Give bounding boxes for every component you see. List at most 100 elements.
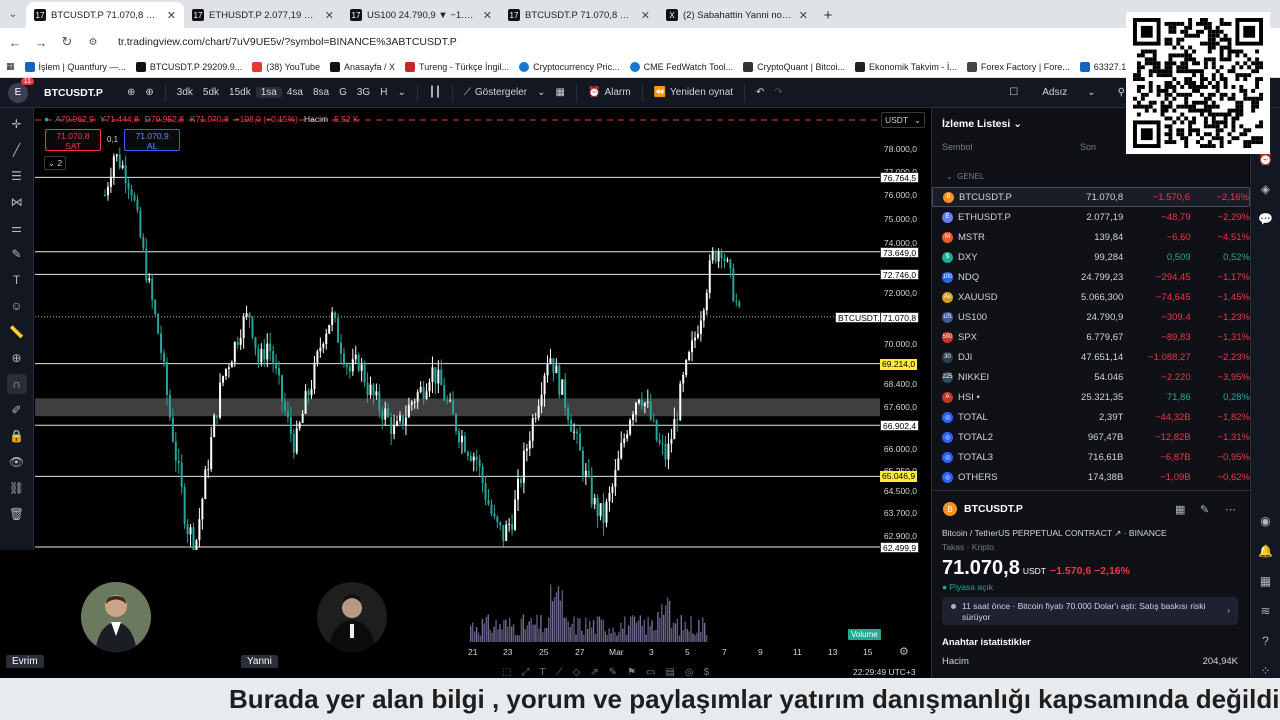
layout-name-button[interactable]: Adsız <box>1037 87 1072 98</box>
watchlist-row[interactable]: US US100 24.790,9 −309,4 −1,23% <box>932 307 1250 327</box>
bookmark[interactable]: Ekonomik Takvim - İ... <box>855 61 957 72</box>
replay-button[interactable]: ⏪ Yeniden oynat <box>649 87 738 98</box>
interval-1sa[interactable]: 1sa <box>255 87 282 98</box>
reload-icon[interactable]: ↻ <box>60 34 74 50</box>
price-chart[interactable]: 78.000,077.000,076.000,075.000,074.000,0… <box>35 108 930 553</box>
chart-canvas[interactable]: 78.000,077.000,076.000,075.000,074.000,0… <box>35 108 930 550</box>
watchlist-row[interactable]: ◎ OTHERS 174,38B −1,09B −0,62% <box>932 467 1250 487</box>
brush-icon[interactable]: ✎ <box>7 244 27 264</box>
link-icon[interactable]: ⛓ <box>7 478 27 498</box>
browser-tab[interactable]: 17 US100 24.790,9 ▼ −1.23% Adsız ✕ <box>342 2 500 28</box>
fib-retracement-icon[interactable]: ☰ <box>7 166 27 186</box>
watchlist-row[interactable]: A HSI • 25.321,35 71,86 0,28% <box>932 387 1250 407</box>
layout-square-icon[interactable]: ☐ <box>1004 87 1023 98</box>
currency-select[interactable]: USDT ⌄ <box>881 112 925 128</box>
browser-tab[interactable]: 17 ETHUSDT.P 2.077,19 ▼ −2.29% ✕ <box>184 2 342 28</box>
bookmark[interactable]: (38) YouTube <box>252 61 320 72</box>
interval-8sa[interactable]: 8sa <box>308 87 334 98</box>
flag-tool-icon[interactable]: ⚑ <box>627 667 636 678</box>
utc-clock[interactable]: 22:29:49 UTC+3 <box>853 667 916 677</box>
close-tab-icon[interactable]: ✕ <box>641 9 650 22</box>
candle-type-icon[interactable]: ┃┃ <box>424 87 446 98</box>
compare-symbol-icon[interactable]: ⊕ <box>122 87 140 98</box>
bookmark[interactable]: Tureng - Türkçe İngil... <box>405 61 509 72</box>
grid-view-icon[interactable]: ▦ <box>1175 503 1185 516</box>
rectangle-tool-icon[interactable]: ⬚ <box>502 667 511 678</box>
user-avatar-icon[interactable]: E 11 <box>8 77 34 103</box>
close-tab-icon[interactable]: ✕ <box>167 9 176 22</box>
trash-icon[interactable]: 🗑 <box>7 504 27 524</box>
text-tool-icon[interactable]: T <box>539 667 545 678</box>
notifications-icon[interactable]: 🔔 <box>1257 542 1275 560</box>
watchlist-group-header[interactable]: ⌄ GENEL <box>946 172 984 181</box>
news-headline[interactable]: 11 saat önce · Bitcoin fiyatı 70.000 Dol… <box>942 597 1238 625</box>
buy-button[interactable]: 71.070,9 AL <box>124 129 181 151</box>
indicators-chevron-icon[interactable]: ⌄ <box>532 87 550 98</box>
url-field[interactable]: tr.tradingview.com/chart/7uV9UE5v/?symbo… <box>118 36 457 48</box>
interval-h[interactable]: H <box>375 87 392 98</box>
site-info-icon[interactable]: ⚙ <box>86 37 100 48</box>
browser-tab[interactable]: X (2) Sabahattin Yanni nokta Etek ✕ <box>658 2 816 28</box>
highlight-tool-icon[interactable]: ◇ <box>573 667 581 678</box>
interval-15dk[interactable]: 15dk <box>224 87 256 98</box>
magnet-icon[interactable]: ∩ <box>6 374 27 394</box>
alarm-button[interactable]: ⏰ Alarm <box>583 87 636 98</box>
watchlist-row[interactable]: 500 SPX 6.779,67 −89,83 −1,31% <box>932 327 1250 347</box>
watchlist-row[interactable]: B BTCUSDT.P 71.070,8 −1.570,6 −2,16% <box>932 187 1250 207</box>
interval-g[interactable]: G <box>334 87 352 98</box>
streams-icon[interactable]: ≋ <box>1257 602 1275 620</box>
bookmark[interactable]: Forex Factory | Fore... <box>966 61 1070 72</box>
support-zone-band[interactable] <box>35 398 880 417</box>
eye-icon[interactable]: 👁 <box>7 452 27 472</box>
detail-symbol[interactable]: BTCUSDT.P <box>964 503 1023 515</box>
templates-grid-icon[interactable]: ▦ <box>551 87 570 98</box>
watchlist-row[interactable]: ◎ TOTAL 2,39T −44,32B −1,82% <box>932 407 1250 427</box>
bookmark[interactable]: BTCUSDT.P 29209.9... <box>135 61 242 72</box>
time-axis[interactable]: 21 23 25 27 Mar 3 5 7 9 11 13 15 <box>468 644 913 660</box>
emoji-icon[interactable]: ☺ <box>7 296 27 316</box>
watchlist-row[interactable]: Au XAUUSD 5.066,300 −74,645 −1,45% <box>932 287 1250 307</box>
bookmark[interactable]: CryptoQuant | Bitcoi... <box>743 61 845 72</box>
tab-list-chevron-icon[interactable]: ⌄ <box>0 0 26 28</box>
ideas-icon[interactable]: ◉ <box>1257 512 1275 530</box>
arrow-tool-icon[interactable]: ⇗ <box>590 667 598 678</box>
forward-arrow-icon[interactable]: → <box>34 35 48 50</box>
undo-icon[interactable]: ↶ <box>751 87 769 98</box>
watchlist-row[interactable]: 100 NDQ 24.799,23 −294,45 −1,17% <box>932 267 1250 287</box>
text-tool-icon[interactable]: T <box>7 270 27 290</box>
add-symbol-icon[interactable]: ⊕ <box>140 87 158 98</box>
watchlist-row[interactable]: 225 NIKKEI 54.046 −2.220 −3,95% <box>932 367 1250 387</box>
watchlist-row[interactable]: E ETHUSDT.P 2.077,19 −48,79 −2,29% <box>932 207 1250 227</box>
long-position-icon[interactable]: ▭ <box>646 667 655 678</box>
pattern-icon[interactable]: ⋈ <box>7 192 27 212</box>
more-options-icon[interactable]: ⋯ <box>1225 503 1236 516</box>
sell-button[interactable]: 71.070,8 SAT <box>45 129 101 151</box>
bookmark[interactable]: Anasayfa / X <box>330 61 395 72</box>
note-tool-icon[interactable]: ▤ <box>665 667 674 678</box>
indicators-collapse-toggle[interactable]: ⌄ 2 <box>44 156 66 170</box>
edit-note-icon[interactable]: ✎ <box>1200 503 1209 516</box>
symbol-search-button[interactable]: BTCUSDT.P <box>44 87 122 99</box>
watchlist-row[interactable]: 30 DJI 47.651,14 −1.088,27 −2,23% <box>932 347 1250 367</box>
brush-tool-icon[interactable]: ✎ <box>609 667 617 678</box>
bookmark[interactable]: İşlem | Quantfury —... <box>24 61 126 72</box>
dollar-icon[interactable]: $ <box>704 667 710 678</box>
browser-tab[interactable]: 17 BTCUSDT.P 71.070,8 ▼ −2.16% ✕ <box>26 2 184 28</box>
watchlist-row[interactable]: ◎ TOTAL3 716,61B −6,87B −0,95% <box>932 447 1250 467</box>
close-tab-icon[interactable]: ✕ <box>325 9 334 22</box>
calendar-icon[interactable]: ▦ <box>1257 572 1275 590</box>
interval-5dk[interactable]: 5dk <box>198 87 224 98</box>
bookmark[interactable]: CME FedWatch Tool... <box>629 61 733 72</box>
new-tab-button[interactable]: + <box>816 2 840 28</box>
legend-settings-icon[interactable]: ● <box>44 114 49 124</box>
price-label-icon[interactable]: ◎ <box>685 667 694 678</box>
interval-dropdown-chevron-icon[interactable]: ⌄ <box>392 87 410 98</box>
column-symbol[interactable]: Sembol <box>942 142 973 152</box>
layout-chevron-icon[interactable]: ⌄ <box>1082 87 1100 98</box>
apps-grid-icon[interactable]: ▦ <box>6 61 15 72</box>
trend-line-icon[interactable]: ╱ <box>7 140 27 160</box>
watchlist-title[interactable]: İzleme Listesi ⌄ <box>942 118 1022 130</box>
close-tab-icon[interactable]: ✕ <box>483 9 492 22</box>
object-tree-icon[interactable]: ◈ <box>1257 180 1275 198</box>
crosshair-icon[interactable]: ✛ <box>7 114 27 134</box>
